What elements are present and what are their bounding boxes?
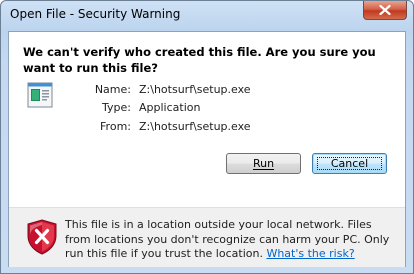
warning-footer: This file is in a location outside your … (9, 207, 405, 267)
shield-warning-icon (27, 219, 57, 255)
name-label: Name: (94, 83, 131, 96)
footer-message: This file is in a location outside your … (65, 218, 397, 262)
title-bar[interactable]: Open File - Security Warning (1, 1, 413, 31)
type-value: Application (139, 101, 201, 114)
file-name-row: Name: Z:\hotsurf\setup.exe (63, 83, 251, 96)
name-value: Z:\hotsurf\setup.exe (139, 83, 251, 96)
file-from-row: From: Z:\hotsurf\setup.exe (63, 120, 251, 133)
close-button[interactable] (363, 1, 407, 20)
from-label: From: (100, 120, 131, 133)
from-value: Z:\hotsurf\setup.exe (139, 120, 251, 133)
window-title: Open File - Security Warning (10, 7, 181, 21)
dialog-content: We can't verify who created this file. A… (8, 31, 406, 267)
run-button[interactable]: Run (226, 153, 301, 174)
cancel-button-label: Cancel (330, 157, 369, 170)
executable-file-icon (27, 82, 53, 108)
cancel-button[interactable]: Cancel (312, 153, 387, 174)
security-warning-dialog: Open File - Security Warning We can't ve… (0, 0, 414, 274)
type-label: Type: (102, 101, 131, 114)
file-type-row: Type: Application (63, 101, 200, 114)
close-icon (379, 5, 391, 15)
warning-heading: We can't verify who created this file. A… (23, 45, 376, 75)
run-button-label: Run (252, 157, 275, 170)
whats-the-risk-link[interactable]: What's the risk? (266, 247, 354, 260)
